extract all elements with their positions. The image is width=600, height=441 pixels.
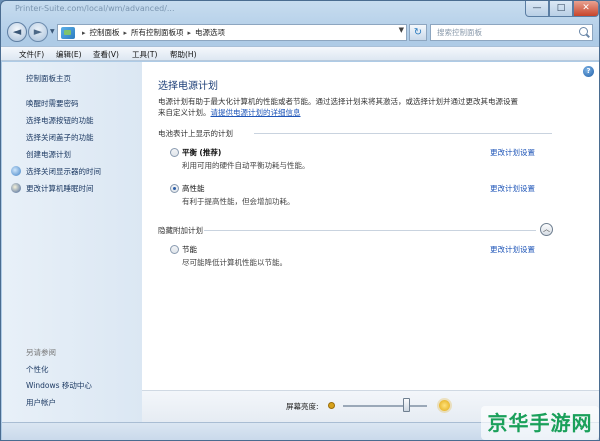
change-plan-settings-link[interactable]: 更改计划设置 <box>490 147 535 158</box>
navigation-bar: ◄ ► ▼ ▸ 控制面板 ▸ 所有控制面板项 ▸ 电源选项 ▼ ↻ 搜索控制面板 <box>1 21 599 45</box>
recent-pages-chevron-icon[interactable]: ▼ <box>50 28 55 35</box>
minimize-button[interactable]: — <box>525 1 549 17</box>
maximize-button[interactable]: □ <box>549 1 573 17</box>
breadcrumb-control-panel[interactable]: 控制面板 <box>90 27 120 38</box>
intro-text: 电源计划有助于最大化计算机的性能或者节能。通过选择计划来将其激活，或选择计划并通… <box>158 96 558 118</box>
see-also-mobility-center[interactable]: Windows 移动中心 <box>26 380 92 391</box>
sidebar-link-sleep-time[interactable]: 更改计算机睡眠时间 <box>26 183 94 194</box>
hidden-plans-group-heading[interactable]: 隐藏附加计划 <box>158 225 203 236</box>
brightness-slider-thumb[interactable] <box>403 398 410 412</box>
plan-name-high-performance[interactable]: 高性能 <box>182 183 205 194</box>
plan-desc-high-performance: 有利于提高性能，但会增加功耗。 <box>182 197 295 206</box>
breadcrumb-separator[interactable]: ▸ <box>124 29 128 37</box>
menu-file[interactable]: 文件(F) <box>19 49 44 60</box>
search-icon[interactable] <box>579 27 588 36</box>
menu-edit[interactable]: 编辑(E) <box>56 49 82 60</box>
brightness-label: 屏幕亮度: <box>286 402 319 411</box>
forward-button[interactable]: ► <box>28 22 48 42</box>
plan-desc-balanced: 利用可用的硬件自动平衡功耗与性能。 <box>182 161 310 170</box>
plan-radio-high-performance[interactable] <box>170 184 179 193</box>
intro-line-1: 电源计划有助于最大化计算机的性能或者节能。通过选择计划来将其激活，或选择计划并通… <box>158 97 518 106</box>
group-divider <box>254 133 552 134</box>
group-divider <box>204 230 536 231</box>
control-panel-window: Printer-Suite.com/local/wm/advanced/... … <box>0 0 600 441</box>
brightness-slider-track[interactable] <box>343 405 427 407</box>
brightness-low-sun-icon <box>328 402 335 409</box>
help-icon[interactable]: ? <box>583 66 594 77</box>
plan-recommended-tag: (推荐) <box>199 148 222 157</box>
menu-tools[interactable]: 工具(T) <box>132 49 157 60</box>
page-title: 选择电源计划 <box>158 81 218 92</box>
main-content: ? 选择电源计划 电源计划有助于最大化计算机的性能或者节能。通过选择计划来将其激… <box>142 62 599 422</box>
title-bar: Printer-Suite.com/local/wm/advanced/... … <box>1 1 599 19</box>
plan-desc-power-saver: 尽可能降低计算机性能以节能。 <box>182 258 287 267</box>
sidebar-link-display-off[interactable]: 选择关闭显示器的时间 <box>26 166 101 177</box>
intro-line-2: 来自定义计划。 <box>158 108 211 117</box>
plan-radio-power-saver[interactable] <box>170 245 179 254</box>
refresh-button[interactable]: ↻ <box>409 24 427 41</box>
address-bar[interactable]: ▸ 控制面板 ▸ 所有控制面板项 ▸ 电源选项 ▼ <box>57 24 407 41</box>
plan-name-power-saver[interactable]: 节能 <box>182 244 197 255</box>
control-panel-icon <box>61 26 75 39</box>
sidebar-link-lid[interactable]: 选择关闭盖子的功能 <box>26 132 94 143</box>
plan-name-balanced[interactable]: 平衡 (推荐) <box>182 147 221 158</box>
sidebar-link-power-button[interactable]: 选择电源按钮的功能 <box>26 115 94 126</box>
sidebar-home-link[interactable]: 控制面板主页 <box>26 73 71 84</box>
menu-view[interactable]: 查看(V) <box>93 49 119 60</box>
plan-details-link[interactable]: 请提供电源计划的详细信息 <box>211 108 301 117</box>
menu-bar: 文件(F) 编辑(E) 查看(V) 工具(T) 帮助(H) <box>1 46 599 61</box>
menu-help[interactable]: 帮助(H) <box>170 49 197 60</box>
breadcrumb-all-items[interactable]: 所有控制面板项 <box>131 27 184 38</box>
display-icon <box>11 166 21 176</box>
see-also-personalization[interactable]: 个性化 <box>26 364 49 375</box>
sidebar: 控制面板主页 唤醒时需要密码 选择电源按钮的功能 选择关闭盖子的功能 创建电源计… <box>2 62 142 422</box>
change-plan-settings-link[interactable]: 更改计划设置 <box>490 244 535 255</box>
plan-name-text: 平衡 <box>182 148 197 157</box>
see-also-heading: 另请参阅 <box>26 348 56 357</box>
watermark-logo: 京华手游网 <box>481 406 599 440</box>
address-dropdown-icon[interactable]: ▼ <box>399 26 404 34</box>
close-button[interactable]: ✕ <box>573 1 599 17</box>
sidebar-link-wake-password[interactable]: 唤醒时需要密码 <box>26 98 79 109</box>
plan-radio-balanced[interactable] <box>170 148 179 157</box>
back-button[interactable]: ◄ <box>7 22 27 42</box>
breadcrumb-power-options[interactable]: 电源选项 <box>195 27 225 38</box>
search-input[interactable]: 搜索控制面板 <box>430 24 593 41</box>
change-plan-settings-link[interactable]: 更改计划设置 <box>490 183 535 194</box>
see-also-user-accounts[interactable]: 用户帐户 <box>26 397 56 408</box>
collapse-chevron-up-icon[interactable]: ︿ <box>540 223 553 236</box>
window-title: Printer-Suite.com/local/wm/advanced/... <box>15 4 175 13</box>
breadcrumb-separator[interactable]: ▸ <box>188 29 192 37</box>
search-placeholder: 搜索控制面板 <box>437 28 482 37</box>
sidebar-link-create-plan[interactable]: 创建电源计划 <box>26 149 71 160</box>
sleep-moon-icon <box>11 183 21 193</box>
brightness-high-sun-icon <box>439 400 450 411</box>
battery-meter-group-heading: 电池表计上显示的计划 <box>158 129 233 138</box>
breadcrumb-separator[interactable]: ▸ <box>82 29 86 37</box>
